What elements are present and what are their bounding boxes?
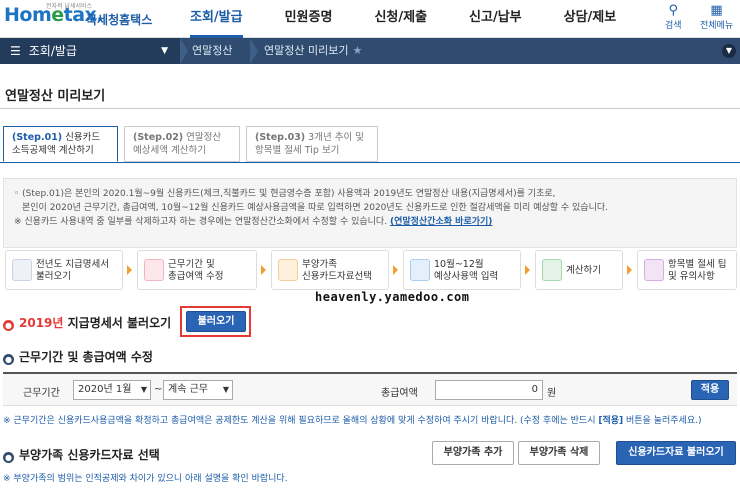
all-menu-tool[interactable]: ▦ 전체메뉴	[700, 3, 734, 32]
menu-label: 전체메뉴	[700, 21, 734, 31]
breadcrumb-seg-preview[interactable]: 연말정산 미리보기 ★	[264, 38, 362, 64]
breadcrumb-separator-icon	[180, 38, 188, 64]
chevron-down-icon: ▼	[222, 385, 229, 394]
load-card-data-button[interactable]: 신용카드자료 불러오기	[616, 441, 736, 465]
logo-korean: 국세청홈택스	[86, 13, 153, 27]
tip-icon	[644, 259, 664, 281]
step-arrow-icon	[261, 265, 266, 275]
nav-inquiry[interactable]: 조회/발급	[190, 0, 243, 38]
section-edit-period: ● 근무기간 및 총급여액 수정	[3, 350, 153, 365]
info-line-2: 본인이 2020년 근무기간, 총급여액, 10월~12월 신용카드 예상사용금…	[22, 203, 609, 213]
calendar-icon	[144, 259, 164, 281]
bullet-icon: ●	[3, 320, 14, 331]
family-note: ※ 부양가족의 범위는 인적공제와 차이가 있으니 아래 설명을 확인 바랍니다…	[3, 474, 288, 484]
star-icon[interactable]: ★	[352, 44, 362, 57]
hometax-logo[interactable]: Hometax. 전자적 납세서비스 국세청홈택스	[4, 3, 152, 27]
process-steps: 전년도 지급명세서 불러오기 근무기간 및 총급여액 수정 부양가족 신용카드자료선택…	[3, 250, 737, 290]
section-load-statement: ● 2019년 지급명세서 불러오기	[3, 316, 172, 331]
breadcrumb-seg-yearend[interactable]: 연말정산	[192, 38, 232, 64]
nav-certificate[interactable]: 민원증명	[285, 0, 333, 38]
step-expected: 10월~12월 예상사용액 입력	[403, 250, 521, 290]
period-note: ※ 근무기간은 신용카드사용금액을 확정하고 총급여액은 공제한도 계산을 위해…	[3, 416, 702, 426]
add-family-button[interactable]: 부양가족 추가	[432, 441, 514, 465]
chevron-down-icon: ▼	[140, 385, 147, 394]
bullet-icon: ●	[3, 452, 14, 463]
breadcrumb: ☰ 조회/발급 ▼ 연말정산 연말정산 미리보기 ★ ▼	[0, 38, 740, 64]
period-salary-form: 근무기간 2020년 1월 ▼ ~ 계속 근무 ▼ 총급여액 0 원 적용	[3, 372, 737, 406]
delete-family-button[interactable]: 부양가족 삭제	[518, 441, 600, 465]
step-tips: 항목별 절세 팁및 유의사항	[637, 250, 737, 290]
top-header: Hometax. 전자적 납세서비스 국세청홈택스 조회/발급 민원증명 신청/…	[0, 0, 740, 38]
breadcrumb-separator-icon	[250, 38, 258, 64]
step-arrow-icon	[127, 265, 132, 275]
step-arrow-icon	[393, 265, 398, 275]
apply-button[interactable]: 적용	[691, 380, 729, 400]
period-end-select[interactable]: 계속 근무 ▼	[163, 380, 233, 400]
credit-card-icon	[410, 259, 430, 281]
page-title: 연말정산 미리보기	[5, 89, 106, 104]
period-tilde: ~	[154, 384, 163, 395]
search-icon: ⚲	[668, 3, 679, 18]
step-calculate: 계산하기	[535, 250, 623, 290]
period-start-select[interactable]: 2020년 1월 ▼	[73, 380, 151, 400]
highlight-box	[180, 306, 251, 337]
watermark-text: heavenly.yamedoo.com	[315, 290, 470, 304]
tab-step01[interactable]: (Step.01) 신용카드 소득공제액 계산하기	[3, 126, 118, 162]
simplified-service-link[interactable]: (연말정산간소화 바로가기)	[390, 217, 492, 227]
document-icon	[12, 259, 32, 281]
bullet-icon: ●	[3, 354, 14, 365]
section-family-card: ● 부양가족 신용카드자료 선택	[3, 448, 160, 463]
hamburger-icon: ☰	[10, 44, 21, 58]
search-label: 검색	[665, 21, 682, 31]
info-line-1: ◦ (Step.01)은 본인의 2020.1월~9월 신용카드(체크,직불카드…	[14, 189, 556, 199]
step-arrow-icon	[627, 265, 632, 275]
calculator-icon	[542, 259, 562, 281]
dropdown-caret-icon: ▼	[161, 46, 168, 56]
tabs-underline	[0, 162, 740, 163]
step-family: 부양가족 신용카드자료선택	[271, 250, 389, 290]
info-box: ◦ (Step.01)은 본인의 2020.1월~9월 신용카드(체크,직불카드…	[3, 178, 737, 248]
step-arrow-icon	[525, 265, 530, 275]
step-edit-period: 근무기간 및 총급여액 수정	[137, 250, 257, 290]
info-line-3: ※ 신용카드 사용내역 중 일부를 삭제하고자 하는 경우에는 연말정산간소화에…	[14, 217, 388, 227]
salary-input[interactable]: 0	[435, 380, 543, 400]
card-icon	[278, 259, 298, 281]
search-tool[interactable]: ⚲ 검색	[665, 3, 682, 32]
divider	[0, 108, 740, 109]
tab-step03[interactable]: (Step.03) 3개년 추이 및 항목별 절세 Tip 보기	[246, 126, 378, 162]
salary-label: 총급여액	[381, 388, 418, 399]
nav-consult[interactable]: 상담/제보	[564, 0, 617, 38]
main-nav: 조회/발급 민원증명 신청/제출 신고/납부 상담/제보	[190, 0, 658, 38]
nav-report[interactable]: 신고/납부	[469, 0, 522, 38]
period-label: 근무기간	[23, 388, 60, 399]
logo-subtitle: 전자적 납세서비스	[46, 3, 93, 10]
chevron-down-icon[interactable]: ▼	[722, 44, 736, 58]
tab-step02[interactable]: (Step.02) 연말정산 예상세액 계산하기	[124, 126, 240, 162]
salary-unit: 원	[547, 388, 557, 399]
grid-menu-icon: ▦	[710, 3, 723, 18]
step-load-prev: 전년도 지급명세서 불러오기	[5, 250, 123, 290]
nav-application[interactable]: 신청/제출	[374, 0, 427, 38]
breadcrumb-home[interactable]: ☰ 조회/발급 ▼	[0, 38, 180, 64]
